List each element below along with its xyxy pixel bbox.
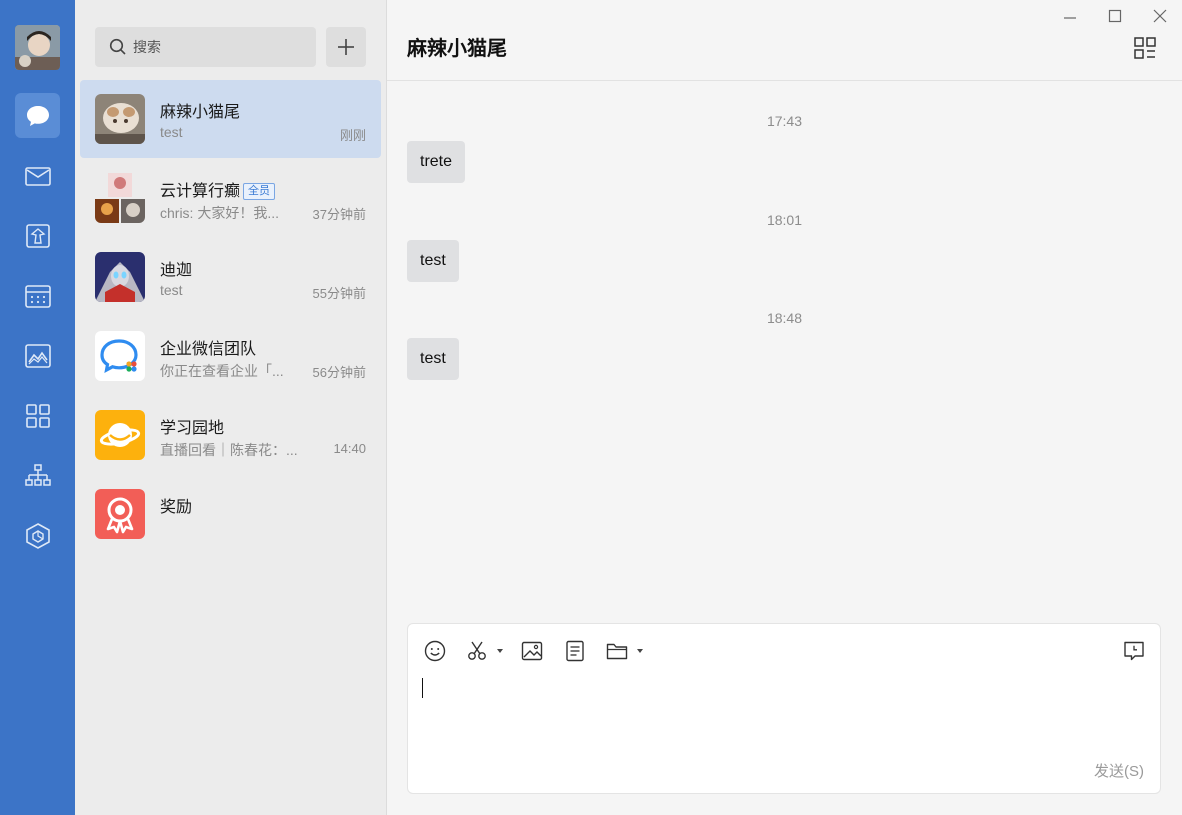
image-button[interactable]	[521, 640, 543, 662]
conversation-name: 企业微信团队	[160, 341, 257, 358]
group-avatar	[95, 173, 145, 223]
conversation-time: 14:40	[333, 441, 366, 456]
contacts-icon	[24, 463, 51, 486]
conversation-avatar	[95, 94, 145, 144]
workbench-icon	[25, 403, 50, 428]
conversation-item[interactable]: 麻辣小猫尾 test 刚刚	[80, 80, 381, 158]
reward-avatar	[95, 489, 145, 539]
nav-calendar[interactable]	[15, 273, 60, 318]
message-bubble[interactable]: test	[407, 240, 459, 282]
nav-contacts[interactable]	[15, 453, 60, 498]
nav-meeting[interactable]	[15, 333, 60, 378]
conversation-time: 37分钟前	[312, 207, 366, 222]
message-composer[interactable]: 发送(S)	[407, 623, 1161, 794]
mail-icon	[24, 166, 51, 186]
maximize-icon	[1108, 9, 1122, 23]
chat-bubble-icon	[26, 105, 49, 126]
send-button[interactable]: 发送(S)	[1094, 760, 1144, 781]
nav-apps[interactable]	[15, 513, 60, 558]
conversation-item[interactable]: 企业微信团队 你正在查看企业「... 56分钟前	[80, 317, 381, 395]
conversation-name: 迪迦	[160, 262, 193, 279]
conversation-avatar	[95, 252, 145, 302]
chat-panel: 麻辣小猫尾 17:43 trete 18:01 test 18:48 test	[387, 0, 1182, 815]
screenshot-button[interactable]	[466, 640, 488, 662]
search-box[interactable]	[95, 27, 316, 67]
cube-icon	[25, 522, 50, 549]
conversation-name: 云计算行癫 全员	[160, 177, 276, 201]
conversation-time: 55分钟前	[312, 286, 366, 301]
minimize-icon	[1064, 17, 1076, 19]
nav-workbench[interactable]	[15, 393, 60, 438]
add-button[interactable]	[326, 27, 366, 67]
file-dropdown-icon[interactable]	[637, 649, 643, 653]
text-cursor	[422, 678, 423, 698]
conversation-preview: 直播回看｜陈春花：...	[160, 442, 298, 458]
nav-mail[interactable]	[15, 153, 60, 198]
conversation-item[interactable]: 云计算行癫 全员 chris: 大家好！我... 37分钟前	[80, 159, 381, 237]
conversation-item[interactable]: 学习园地 直播回看｜陈春花：... 14:40	[80, 396, 381, 474]
docs-icon	[25, 223, 50, 248]
message-bubble[interactable]: test	[407, 338, 459, 380]
message-timestamp: 17:43	[766, 113, 803, 129]
scissors-icon	[468, 641, 486, 660]
screenshot-dropdown-icon[interactable]	[497, 649, 503, 653]
search-input[interactable]	[133, 39, 303, 55]
folder-icon	[606, 643, 628, 660]
message-timestamp: 18:01	[766, 212, 803, 228]
conversation-time: 刚刚	[339, 128, 366, 143]
history-icon	[1124, 641, 1144, 661]
conversation-item[interactable]: 奖励	[80, 475, 381, 553]
emoji-button[interactable]	[424, 640, 446, 662]
conversation-name: 奖励	[160, 499, 193, 516]
minimize-button[interactable]	[1058, 6, 1082, 26]
chat-title: 麻辣小猫尾	[407, 38, 507, 60]
history-button[interactable]	[1123, 640, 1145, 662]
conversation-preview: 你正在查看企业「...	[160, 363, 284, 379]
note-icon	[566, 640, 584, 662]
conversation-item[interactable]: 迪迦 test 55分钟前	[80, 238, 381, 316]
message-timestamp: 18:48	[766, 310, 803, 326]
meeting-icon	[24, 343, 51, 368]
maximize-button[interactable]	[1103, 6, 1127, 26]
nav-docs[interactable]	[15, 213, 60, 258]
calendar-icon	[24, 284, 51, 308]
close-button[interactable]	[1148, 6, 1172, 26]
conversation-name: 麻辣小猫尾	[160, 104, 241, 121]
nav-messages[interactable]	[15, 93, 60, 138]
image-icon	[521, 641, 543, 661]
note-button[interactable]	[564, 640, 586, 662]
conversation-preview: test	[160, 124, 183, 140]
chat-header: 麻辣小猫尾	[387, 0, 1182, 81]
wecom-team-avatar	[95, 331, 145, 381]
user-avatar[interactable]	[15, 25, 60, 70]
all-members-badge: 全员	[243, 183, 276, 200]
message-bubble[interactable]: trete	[407, 141, 466, 183]
conversation-time: 56分钟前	[312, 365, 366, 380]
close-icon	[1153, 9, 1167, 23]
conversation-preview: test	[160, 282, 183, 298]
file-button[interactable]	[606, 640, 628, 662]
conversation-list-panel: 麻辣小猫尾 test 刚刚 云计算行癫全员 chris: 大家好！我... 37…	[75, 0, 387, 815]
search-icon	[109, 38, 126, 55]
planet-avatar	[95, 410, 145, 460]
nav-rail	[0, 0, 75, 815]
conversation-name: 学习园地	[160, 420, 225, 437]
conversation-preview: chris: 大家好！我...	[160, 205, 280, 221]
emoji-icon	[424, 640, 446, 662]
chat-info-icon[interactable]	[1134, 37, 1156, 59]
plus-icon	[338, 39, 354, 55]
